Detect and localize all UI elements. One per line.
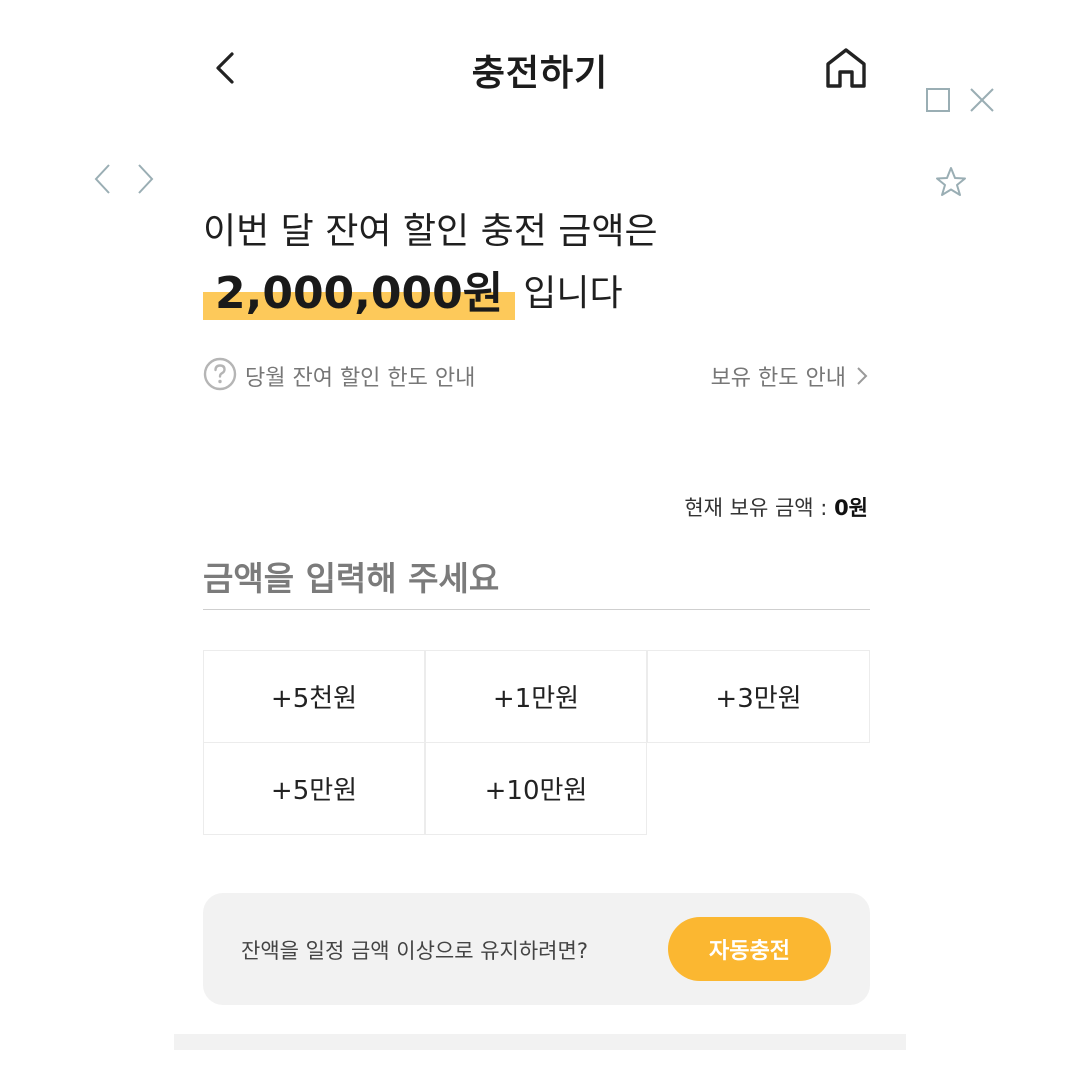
monthly-limit-info-link[interactable]: 당월 잔여 할인 한도 안내 [245, 360, 475, 392]
chevron-left-icon [94, 164, 110, 194]
page-title: 충전하기 [471, 53, 609, 94]
auto-charge-banner: 잔액을 일정 금액 이상으로 유지하려면? 자동충전 [203, 893, 870, 1005]
quick-amount-10k-button[interactable]: +1만원 [425, 650, 647, 743]
remaining-discount-heading: 이번 달 잔여 할인 충전 금액은 [203, 211, 658, 252]
question-circle-icon[interactable] [203, 357, 237, 391]
remaining-amount-suffix: 입니다 [523, 273, 623, 314]
chevron-right-icon [138, 164, 154, 194]
remaining-amount-line: 2,000,000원 입니다 [203, 262, 623, 322]
home-icon [826, 48, 866, 88]
hold-limit-label: 보유 한도 안내 [710, 366, 846, 391]
home-button[interactable] [822, 44, 870, 92]
maximize-icon [926, 88, 950, 112]
quick-amount-100k-button[interactable]: +10만원 [425, 742, 647, 835]
quick-amount-30k-button[interactable]: +3만원 [647, 650, 870, 743]
nav-prev-button[interactable] [92, 162, 114, 196]
favorite-button[interactable] [935, 166, 967, 198]
current-balance-label: 현재 보유 금액 : [684, 496, 835, 520]
close-icon [970, 88, 994, 112]
current-balance: 현재 보유 금액 : 0원 [684, 492, 868, 522]
quick-amount-5k-button[interactable]: +5천원 [203, 650, 425, 743]
maximize-button[interactable] [926, 88, 950, 112]
current-balance-value: 0원 [834, 496, 868, 520]
nav-next-button[interactable] [134, 162, 156, 196]
remaining-amount: 2,000,000원 [203, 266, 516, 322]
auto-charge-button[interactable]: 자동충전 [668, 917, 831, 981]
chevron-right-icon [857, 367, 868, 385]
close-button[interactable] [969, 87, 995, 113]
auto-charge-text: 잔액을 일정 금액 이상으로 유지하려면? [241, 939, 588, 963]
remaining-amount-value: 2,000,000원 [215, 268, 504, 319]
star-icon [936, 167, 966, 196]
quick-amount-50k-button[interactable]: +5만원 [203, 742, 425, 835]
amount-input[interactable] [203, 548, 870, 610]
bottom-divider [174, 1034, 906, 1050]
hold-limit-info-link[interactable]: 보유 한도 안내 [711, 360, 868, 392]
charge-page: 충전하기 이번 달 잔여 할인 충전 금액은 2,000,000원 입니다 당월… [0, 0, 1080, 1080]
